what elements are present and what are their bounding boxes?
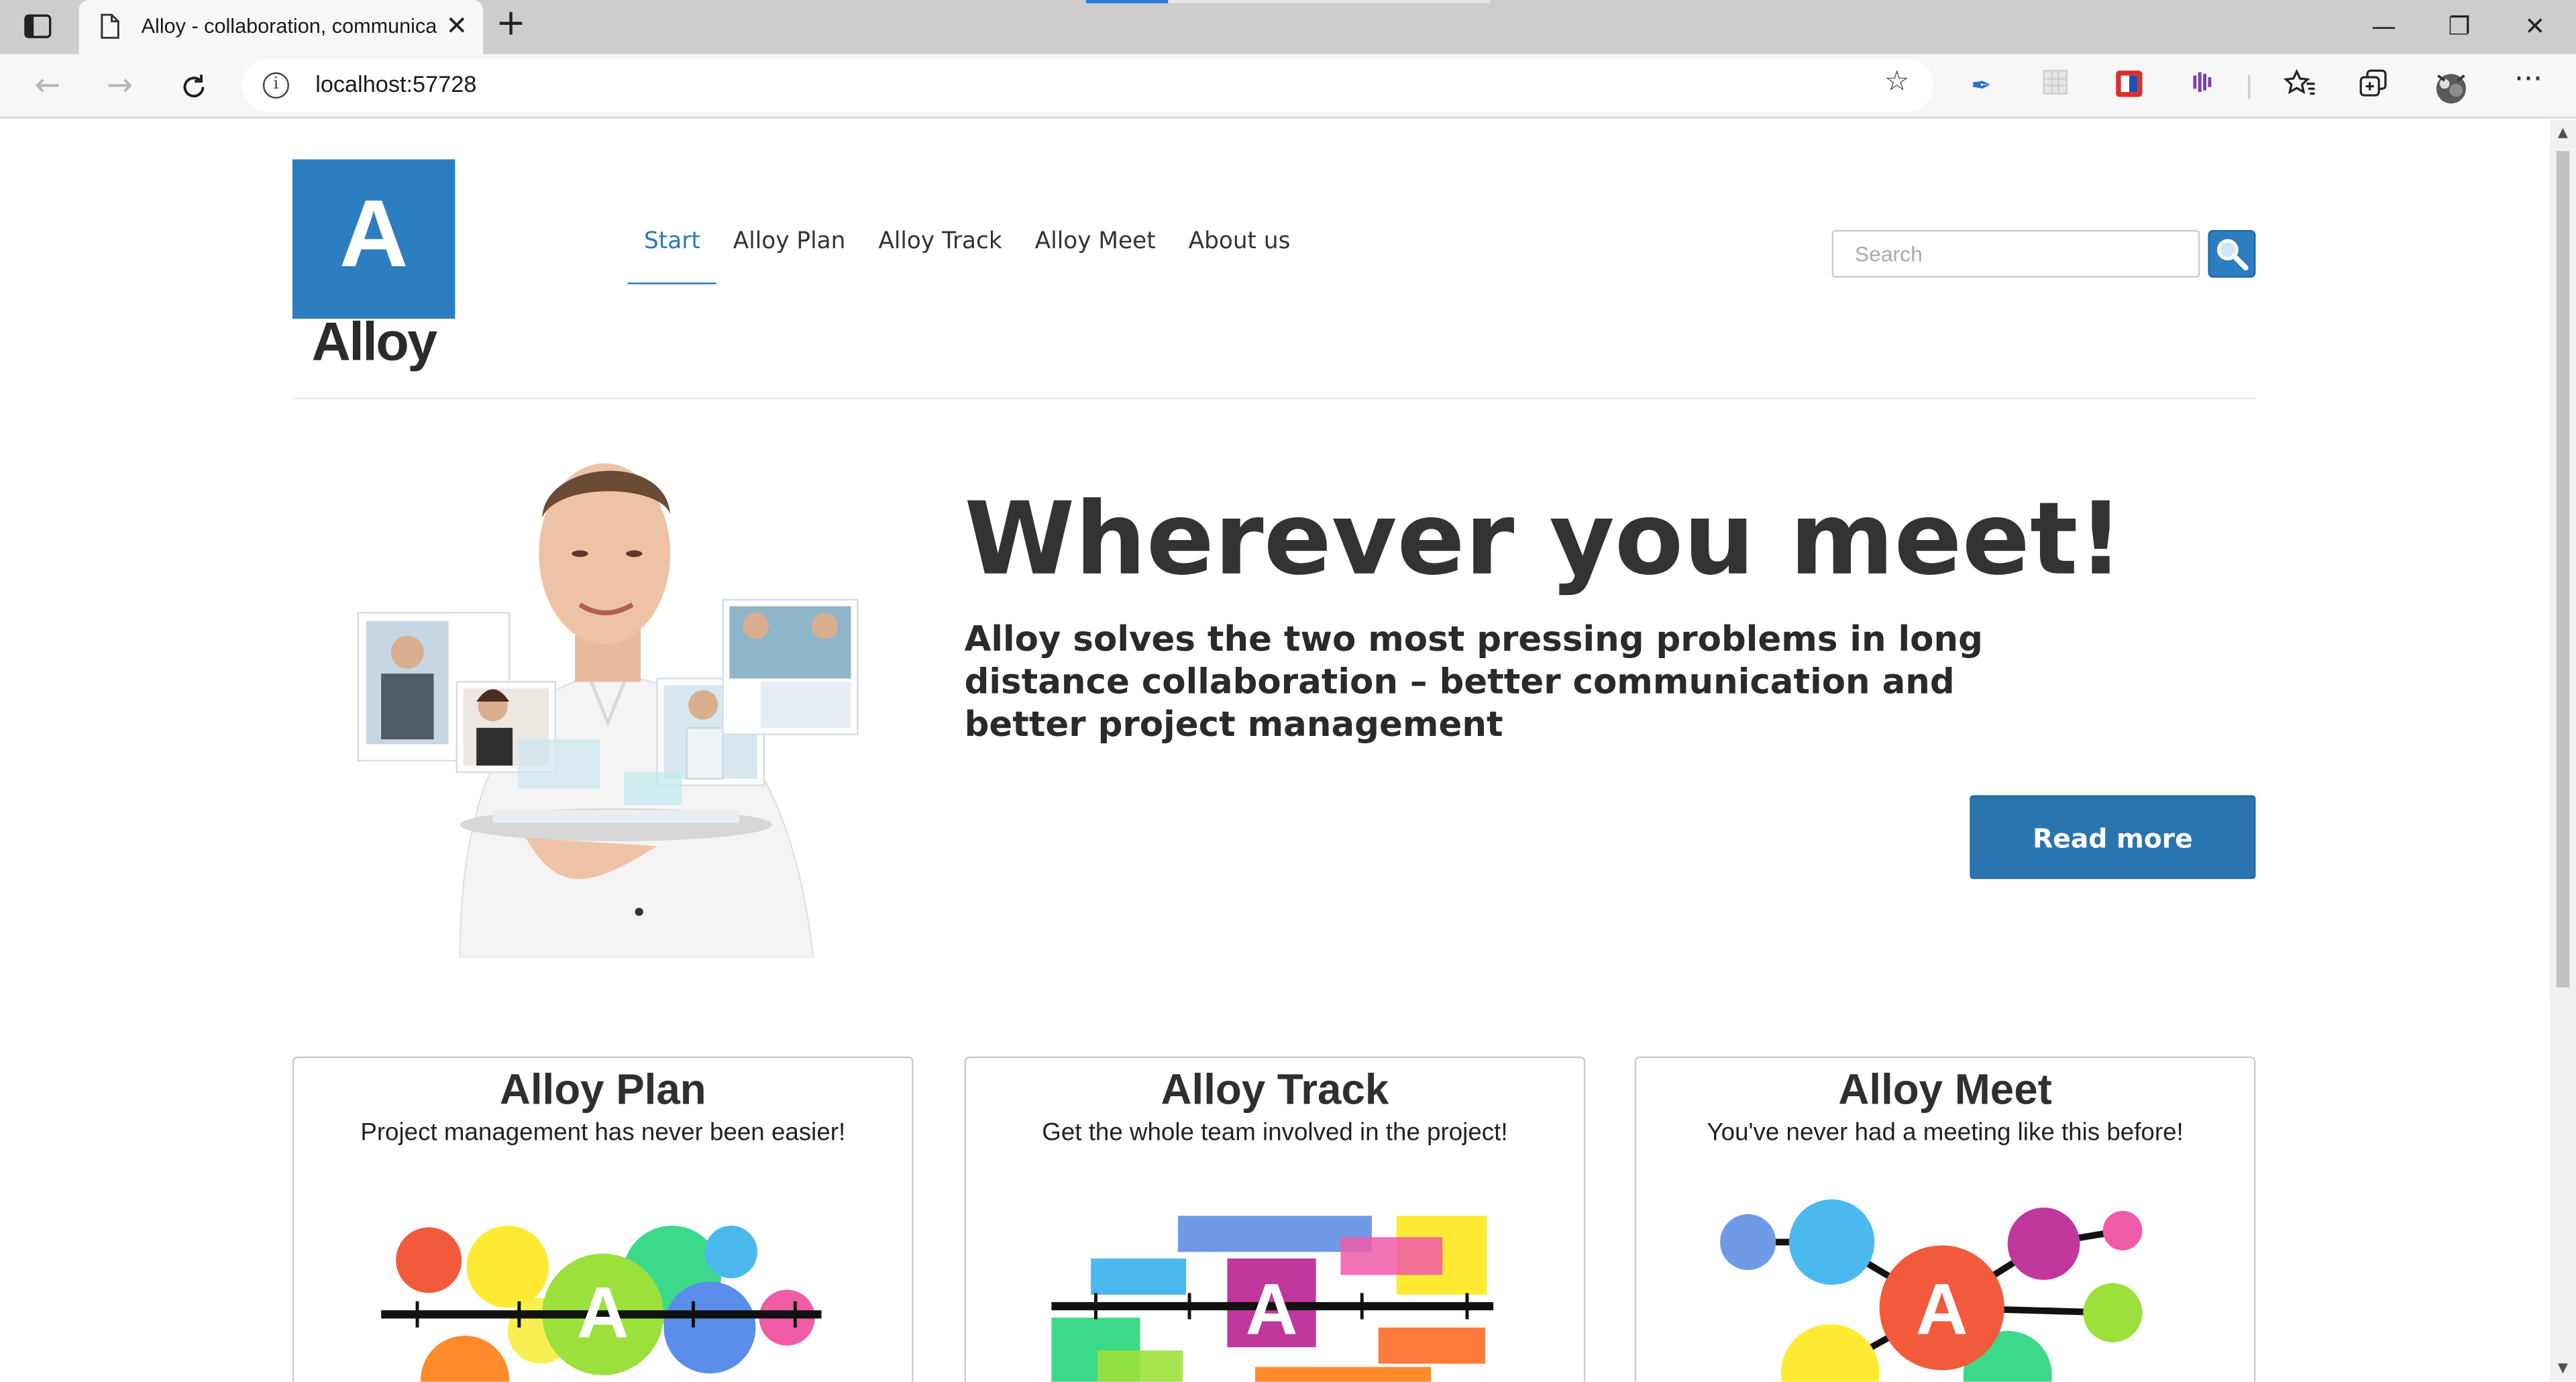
hero-image — [345, 435, 871, 959]
scroll-down-arrow[interactable]: ▼ — [2550, 1355, 2576, 1381]
read-more-button[interactable]: Read more — [1970, 795, 2256, 880]
svg-text:A: A — [577, 1271, 629, 1352]
card-description: Project management has never been easier… — [360, 1118, 846, 1147]
card-description: You've never had a meeting like this bef… — [1707, 1118, 2184, 1147]
main-nav: Start Alloy Plan Alloy Track Alloy Meet … — [627, 215, 1307, 284]
red-extension-icon[interactable] — [2112, 69, 2145, 102]
address-bar[interactable]: i localhost:57728 ☆ — [241, 59, 1934, 112]
scrollbar-thumb[interactable] — [2549, 146, 2576, 993]
refresh-icon[interactable] — [174, 67, 214, 107]
page-icon — [99, 13, 121, 46]
svg-text:A: A — [1916, 1269, 1968, 1350]
browser-tab[interactable]: Alloy - collaboration, communication ✕ — [78, 0, 484, 54]
nav-start[interactable]: Start — [627, 215, 717, 284]
new-tab-button[interactable]: + — [493, 6, 529, 44]
card-title: Alloy Meet — [1838, 1064, 2052, 1114]
card-description: Get the whole team involved in the proje… — [1042, 1118, 1508, 1147]
tab-title: Alloy - collaboration, communication — [141, 15, 437, 38]
alloy-logo[interactable]: A Alloy — [292, 159, 455, 372]
scroll-up-arrow[interactable]: ▲ — [2550, 120, 2576, 146]
alloy-meet-illustration: A — [1720, 1199, 2143, 1382]
nav-alloy-meet[interactable]: Alloy Meet — [1018, 215, 1172, 284]
hero-subtitle: Alloy solves the two most pressing probl… — [964, 619, 1983, 745]
nav-alloy-plan[interactable]: Alloy Plan — [716, 215, 862, 284]
tab-strip: Alloy - collaboration, communication ✕ +… — [0, 0, 2576, 54]
browser-toolbar: ← → i localhost:57728 ☆ ✒ | ··· — [0, 54, 2576, 119]
add-favorite-icon[interactable]: ☆ — [1884, 66, 1909, 99]
more-icon[interactable]: ··· — [2512, 65, 2545, 102]
logo-wordmark: Alloy — [311, 310, 437, 372]
card-alloy-meet[interactable]: Alloy Meet You've never had a meeting li… — [1634, 1056, 2256, 1382]
tab-close-icon[interactable]: ✕ — [442, 11, 472, 41]
header-divider — [292, 397, 2256, 400]
search-button[interactable] — [2208, 229, 2256, 278]
purple-extension-icon[interactable] — [2187, 69, 2220, 102]
alloy-track-illustration: A — [1051, 1216, 1494, 1382]
search-input[interactable] — [1831, 229, 2200, 278]
card-alloy-plan[interactable]: Alloy Plan Project management has never … — [292, 1056, 914, 1382]
favorites-icon[interactable] — [2283, 68, 2316, 102]
profile-avatar-icon[interactable] — [2432, 69, 2471, 104]
grid-extension-icon[interactable] — [2039, 69, 2072, 102]
minimize-button[interactable]: — — [2364, 10, 2404, 43]
nav-alloy-track[interactable]: Alloy Track — [862, 215, 1018, 284]
restore-button[interactable]: ❐ — [2440, 10, 2479, 43]
tab-loading-bar — [1085, 0, 1491, 3]
nav-about-us[interactable]: About us — [1172, 215, 1307, 284]
collections-icon[interactable] — [2357, 69, 2390, 102]
toolbar-divider: | — [2245, 70, 2253, 101]
alloy-plan-illustration: A — [381, 1225, 822, 1382]
quill-extension-icon[interactable]: ✒ — [1965, 69, 1998, 102]
forward-arrow-icon[interactable]: → — [100, 67, 140, 107]
card-title: Alloy Plan — [499, 1064, 706, 1114]
url-text: localhost:57728 — [315, 70, 477, 97]
card-title: Alloy Track — [1161, 1064, 1389, 1114]
svg-text:A: A — [1246, 1269, 1298, 1350]
search-icon — [2216, 239, 2249, 271]
browser-window: Alloy - collaboration, communication ✕ +… — [0, 0, 2576, 1382]
close-window-button[interactable]: ✕ — [2515, 10, 2555, 43]
hero-title: Wherever you meet! — [964, 481, 2124, 598]
tab-actions-icon[interactable] — [23, 13, 52, 40]
logo-letter: A — [339, 180, 409, 288]
card-alloy-track[interactable]: Alloy Track Get the whole team involved … — [964, 1056, 1586, 1382]
info-icon[interactable]: i — [262, 72, 290, 99]
back-arrow-icon[interactable]: ← — [28, 67, 68, 107]
